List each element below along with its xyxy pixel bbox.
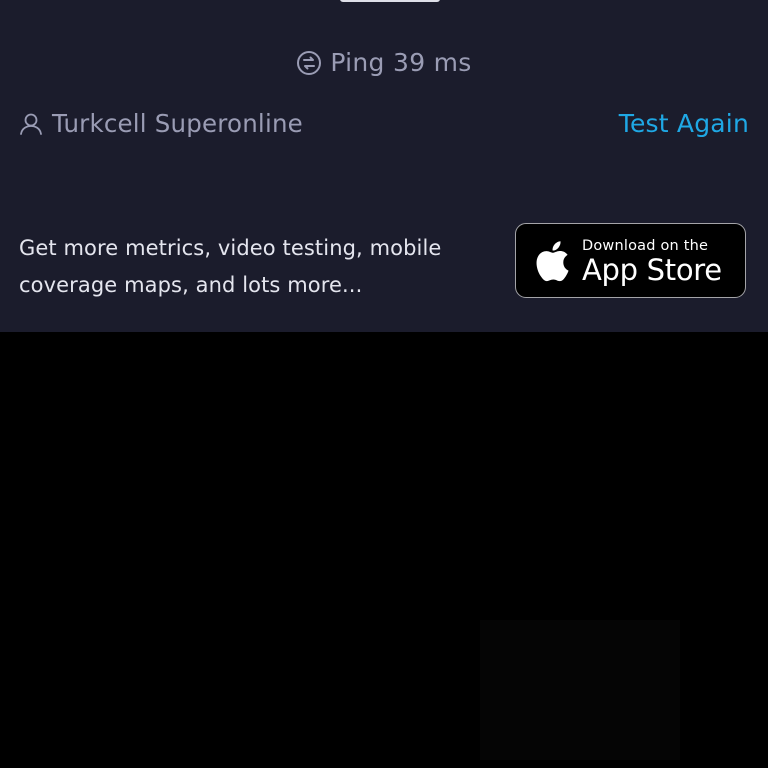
ping-label: Ping xyxy=(330,48,385,77)
apple-icon xyxy=(536,240,569,281)
promo-text: Get more metrics, video testing, mobile … xyxy=(19,236,442,297)
results-panel: Ping 39 ms Turkcell Superonline Test Aga… xyxy=(0,0,768,332)
store-name: App Store xyxy=(582,252,722,287)
user-icon xyxy=(20,113,42,135)
app-store-button[interactable]: Download on the App Store xyxy=(515,223,746,298)
ping-row: Ping 39 ms xyxy=(0,48,768,77)
store-caption: Download on the xyxy=(582,237,709,254)
ping-unit: ms xyxy=(433,48,472,77)
ping-icon xyxy=(297,50,322,75)
ping-value: 39 xyxy=(392,48,426,77)
test-again-button[interactable]: Test Again xyxy=(619,109,749,138)
provider-name: Turkcell Superonline xyxy=(52,109,303,138)
background-ghost xyxy=(480,620,680,760)
provider-row: Turkcell Superonline xyxy=(18,109,303,138)
speed-value-cutoff xyxy=(330,0,450,4)
